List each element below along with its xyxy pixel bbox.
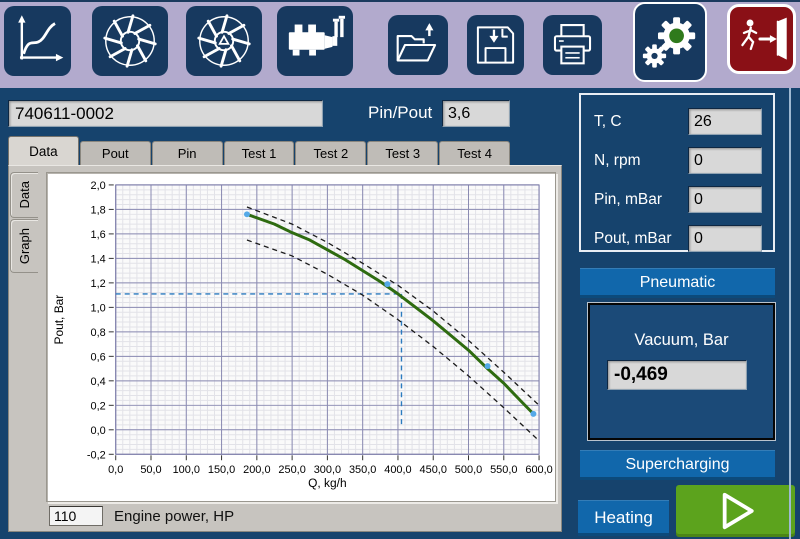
- engine-power-input[interactable]: [49, 506, 103, 526]
- fan-icon: [103, 14, 157, 68]
- tab-pin[interactable]: Pin: [151, 141, 223, 165]
- print-button[interactable]: [543, 15, 602, 75]
- tab-strip: Data Pout Pin Test 1 Test 2 Test 3 Test …: [8, 136, 511, 165]
- svg-text:150,0: 150,0: [208, 464, 235, 476]
- vacuum-panel: Vacuum, Bar: [587, 302, 776, 441]
- svg-text:0,0: 0,0: [91, 425, 106, 437]
- folder-open-icon: [396, 23, 437, 62]
- tab-data[interactable]: Data: [8, 136, 79, 165]
- serial-number-input[interactable]: [8, 100, 323, 127]
- exit-icon: [741, 17, 787, 60]
- svg-text:0,2: 0,2: [91, 400, 106, 412]
- speed-value[interactable]: [688, 147, 762, 174]
- supercharging-button[interactable]: Supercharging: [580, 450, 775, 480]
- app-window: Pin/Pout Data Pout Pin Test 1 Test 2 Tes…: [0, 0, 800, 539]
- tab-pout[interactable]: Pout: [79, 141, 151, 165]
- svg-text:350,0: 350,0: [349, 464, 376, 476]
- characteristic-curve-button[interactable]: [4, 6, 71, 76]
- sensor-row-pin: Pin, mBar: [581, 180, 773, 219]
- svg-text:300,0: 300,0: [314, 464, 341, 476]
- play-icon: [722, 492, 754, 530]
- save-button[interactable]: [467, 15, 524, 75]
- temperature-value[interactable]: [688, 108, 762, 135]
- svg-text:500,0: 500,0: [455, 464, 482, 476]
- svg-text:0,0: 0,0: [108, 464, 123, 476]
- sensor-row-temperature: T, C: [581, 102, 773, 141]
- svg-text:250,0: 250,0: [278, 464, 305, 476]
- right-edge-highlight: [789, 88, 791, 539]
- svg-text:2,0: 2,0: [91, 180, 106, 192]
- svg-text:1,4: 1,4: [91, 253, 106, 265]
- svg-text:100,0: 100,0: [173, 464, 200, 476]
- svg-text:0,4: 0,4: [91, 376, 106, 388]
- turbine-button[interactable]: [92, 6, 168, 76]
- side-tab-graph[interactable]: Graph: [10, 219, 38, 273]
- toolbar: [0, 0, 800, 88]
- open-file-button[interactable]: [388, 15, 448, 75]
- svg-text:Q, kg/h: Q, kg/h: [308, 476, 347, 490]
- fan-delta-icon: [197, 14, 251, 68]
- compressor-wheel-button[interactable]: [186, 6, 262, 76]
- svg-text:1,0: 1,0: [91, 302, 106, 314]
- sensor-row-pout: Pout, mBar: [581, 219, 773, 258]
- svg-text:1,6: 1,6: [91, 229, 106, 241]
- side-tab-data[interactable]: Data: [10, 172, 38, 218]
- tab-test-4[interactable]: Test 4: [439, 141, 511, 165]
- pressure-chart-plot: 0,0 50,0 100,0 150,0 200,0 250,0 300,0 350,0 400…: [52, 180, 553, 490]
- tab-test-3[interactable]: Test 3: [367, 141, 439, 165]
- svg-text:1,2: 1,2: [91, 278, 106, 290]
- svg-text:400,0: 400,0: [384, 464, 411, 476]
- sensor-row-speed: N, rpm: [581, 141, 773, 180]
- svg-text:50,0: 50,0: [140, 464, 161, 476]
- exit-button[interactable]: [727, 4, 796, 74]
- svg-text:Pout, Bar: Pout, Bar: [52, 295, 66, 345]
- svg-text:550,0: 550,0: [490, 464, 517, 476]
- print-icon: [553, 24, 592, 65]
- start-button[interactable]: [676, 485, 795, 537]
- side-tab-data-label: Data: [17, 181, 32, 209]
- sensor-panel: T, C N, rpm Pin, mBar Pout, mBar: [579, 93, 775, 252]
- pin-pout-input[interactable]: [442, 100, 510, 127]
- svg-text:200,0: 200,0: [243, 464, 270, 476]
- settings-button[interactable]: [633, 2, 707, 82]
- pin-value[interactable]: [688, 186, 762, 213]
- temperature-label: T, C: [594, 112, 622, 130]
- heating-button[interactable]: Heating: [578, 500, 669, 536]
- pin-pout-label: Pin/Pout: [368, 103, 433, 122]
- svg-text:450,0: 450,0: [420, 464, 447, 476]
- pressure-chart[interactable]: 0,0 50,0 100,0 150,0 200,0 250,0 300,0 350,0 400…: [46, 172, 556, 502]
- speed-label: N, rpm: [594, 151, 641, 169]
- chart-icon: [18, 15, 64, 62]
- vacuum-value[interactable]: [607, 360, 747, 390]
- svg-text:-0,2: -0,2: [87, 449, 106, 461]
- gears-icon: [642, 17, 696, 68]
- pout-value[interactable]: [688, 225, 762, 252]
- svg-text:600,0: 600,0: [525, 464, 552, 476]
- tab-test-2[interactable]: Test 2: [295, 141, 367, 165]
- svg-text:0,6: 0,6: [91, 351, 106, 363]
- tab-test-1[interactable]: Test 1: [223, 141, 295, 165]
- engine-power-label: Engine power, HP: [114, 508, 235, 525]
- compressor-icon: [288, 15, 346, 56]
- side-tab-graph-label: Graph: [17, 227, 32, 265]
- engine-button[interactable]: [277, 6, 353, 76]
- pout-label: Pout, mBar: [594, 229, 672, 247]
- vacuum-title: Vacuum, Bar: [634, 331, 729, 349]
- pneumatic-button[interactable]: Pneumatic: [580, 268, 775, 298]
- svg-text:0,8: 0,8: [91, 327, 106, 339]
- pin-label: Pin, mBar: [594, 190, 663, 208]
- svg-text:1,8: 1,8: [91, 204, 106, 216]
- save-icon: [476, 26, 515, 64]
